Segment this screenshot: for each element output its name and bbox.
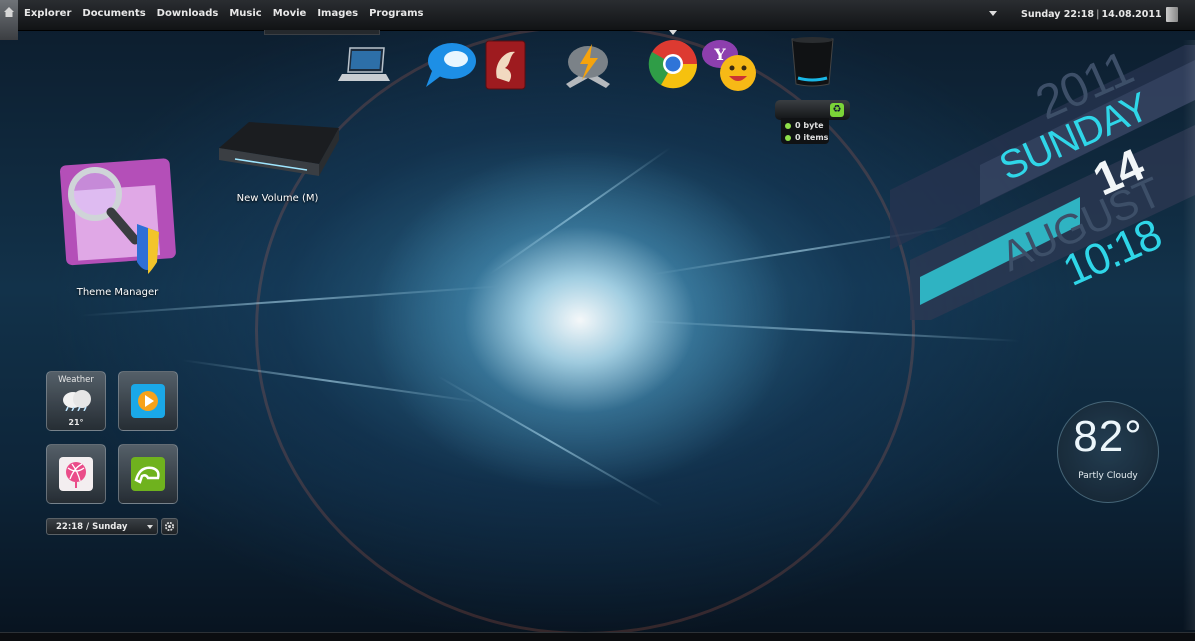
settings-button[interactable] (161, 518, 178, 535)
recycle-bin-widget[interactable]: ♻ 0 byte 0 items (775, 100, 850, 144)
recycle-count: 0 items (795, 133, 829, 142)
theme-manager-label: Theme Manager (76, 287, 159, 298)
weather-cloud-icon (63, 390, 91, 411)
menu-item-images[interactable]: Images (315, 8, 360, 19)
date-widget: 2011 SUNDAY 14 AUGUST 10:18 (880, 45, 1195, 320)
chrome-icon[interactable] (647, 38, 699, 90)
laptop-icon[interactable] (338, 44, 392, 84)
top-menu-bar: Explorer Documents Downloads Music Movie… (0, 0, 1195, 31)
menu-item-programs[interactable]: Programs (367, 8, 425, 19)
menu-dropdown-strip (264, 30, 380, 35)
recycle-size-row: 0 byte (785, 121, 824, 130)
firefox-alt-icon[interactable] (485, 40, 526, 90)
desktop-icon-theme-manager[interactable]: Theme Manager (55, 158, 180, 298)
svg-text:Y: Y (713, 45, 726, 64)
dribbble-tile[interactable] (46, 444, 106, 504)
trash-icon[interactable] (1166, 7, 1178, 22)
desktop-icon-new-volume[interactable]: New Volume (M) (215, 118, 340, 204)
yahoo-messenger-icon[interactable]: Y (700, 38, 758, 93)
top-clock: Sunday 22:18 | 14.08.2011 (1021, 9, 1162, 20)
recycle-icon: ♻ (830, 103, 844, 117)
menu-dropdown-icon[interactable] (989, 11, 997, 16)
menu-item-downloads[interactable]: Downloads (155, 8, 221, 19)
weather-widget[interactable]: 82° Partly Cloudy (1057, 401, 1159, 503)
weather-tile-label: Weather (58, 375, 94, 385)
drive-icon (219, 122, 339, 176)
weather-widget-temp: 82° (1073, 412, 1143, 461)
recycle-bin-icon[interactable] (790, 36, 835, 88)
weather-tile-temp: 21° (68, 418, 84, 427)
deviantart-icon (131, 457, 165, 491)
menu-item-music[interactable]: Music (227, 8, 263, 19)
pidgin-icon[interactable] (422, 41, 478, 89)
recycle-count-row: 0 items (785, 133, 828, 142)
winamp-icon[interactable] (560, 40, 616, 90)
home-button[interactable] (0, 0, 18, 40)
time-day-select[interactable]: 22:18 / Sunday (46, 518, 158, 535)
chevron-down-icon (147, 525, 153, 529)
home-icon (4, 7, 14, 17)
play-icon (131, 384, 165, 418)
dribbble-icon (59, 457, 93, 491)
top-menu: Explorer Documents Downloads Music Movie… (22, 8, 425, 19)
menu-item-documents[interactable]: Documents (80, 8, 147, 19)
clock-date: 14.08.2011 (1101, 9, 1162, 20)
drive-label: New Volume (M) (236, 193, 319, 204)
recycle-size: 0 byte (795, 121, 824, 130)
menu-item-movie[interactable]: Movie (271, 8, 309, 19)
media-player-tile[interactable] (118, 371, 178, 431)
clock-day-time: Sunday 22:18 (1021, 9, 1095, 20)
theme-manager-icon (59, 158, 176, 274)
time-select-value: 22:18 / Sunday (56, 522, 128, 532)
running-indicator-icon (669, 30, 677, 35)
deviantart-tile[interactable] (118, 444, 178, 504)
weather-tile[interactable]: Weather 21° (46, 371, 106, 431)
right-edge-shade (1183, 40, 1195, 630)
menu-item-explorer[interactable]: Explorer (22, 8, 73, 19)
gear-icon (164, 521, 175, 532)
weather-widget-condition: Partly Cloudy (1078, 471, 1138, 481)
